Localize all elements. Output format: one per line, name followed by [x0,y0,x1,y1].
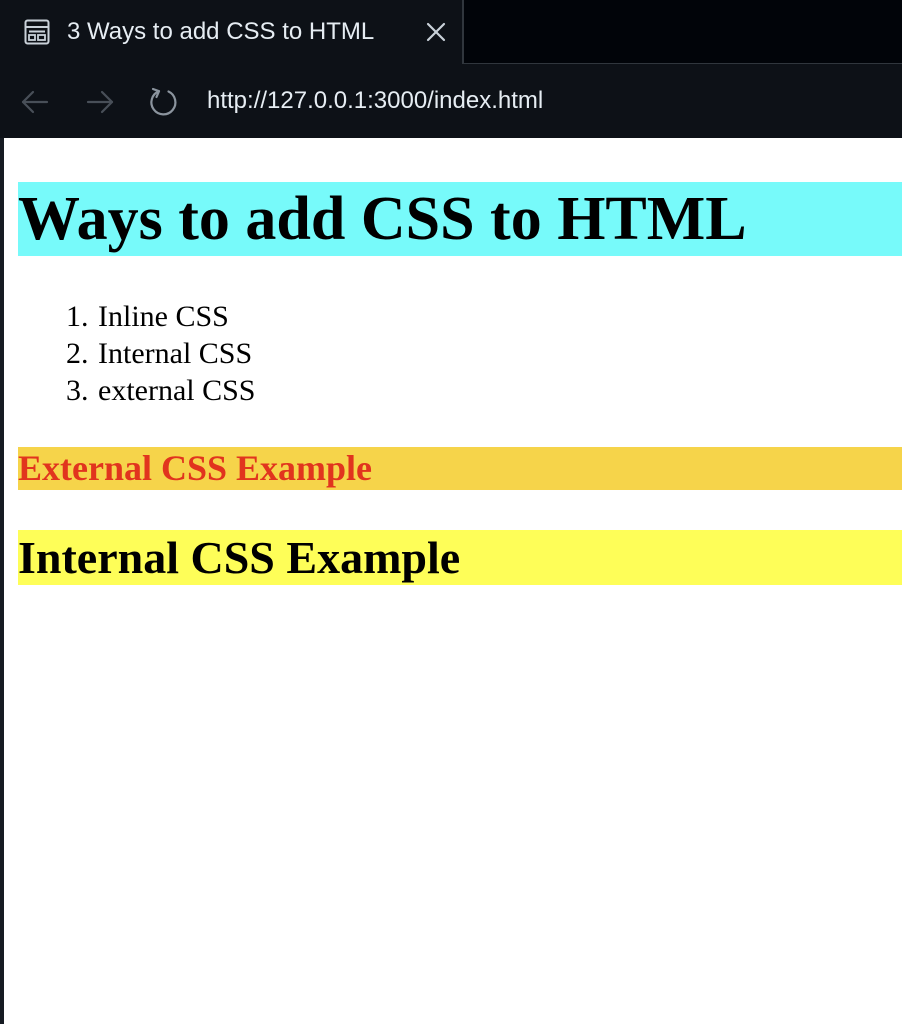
external-css-example-heading: External CSS Example [18,447,902,490]
internal-css-example-heading: Internal CSS Example [18,530,902,585]
list-item-label: Internal CSS [98,337,253,370]
reload-icon[interactable] [148,86,180,118]
page-viewport: Ways to add CSS to HTML 1. Inline CSS 2.… [4,138,902,1024]
page-heading: Ways to add CSS to HTML [18,182,902,256]
tab-strip: 3 Ways to add CSS to HTML [0,0,902,64]
browser-window: 3 Ways to add CSS to HTML http://127.0.0… [0,0,902,1024]
list-item-label: Inline CSS [98,300,229,333]
close-icon[interactable] [424,20,448,44]
list-item-number: 3. [66,374,89,407]
list-item-label: external CSS [98,374,256,407]
list-item-number: 2. [66,337,89,370]
browser-tab[interactable]: 3 Ways to add CSS to HTML [0,0,464,64]
navigation-bar: http://127.0.0.1:3000/index.html [0,64,902,138]
arrow-left-icon[interactable] [19,86,51,118]
address-bar-url[interactable]: http://127.0.0.1:3000/index.html [207,84,543,118]
page-icon [24,19,50,45]
tab-title: 3 Ways to add CSS to HTML [67,18,375,45]
arrow-right-icon[interactable] [84,86,116,118]
list-item-number: 1. [66,300,89,333]
